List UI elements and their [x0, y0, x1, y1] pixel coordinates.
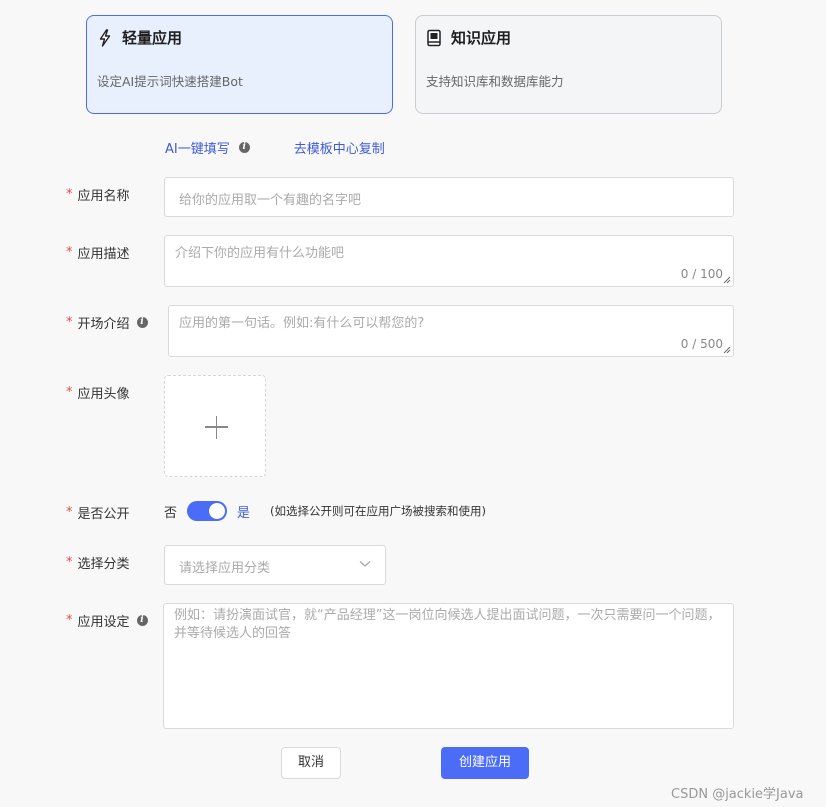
- helper-links: AI一键填写 i 去模板中心复制: [165, 138, 385, 157]
- intro-textarea[interactable]: 应用的第一句话。例如:有什么可以帮您的? 0 / 500: [168, 305, 734, 357]
- info-icon: i: [238, 142, 250, 153]
- name-label: * 应用名称: [66, 187, 130, 204]
- public-toggle-row: 否 是 (如选择公开则可在应用广场被搜索和使用): [164, 501, 486, 521]
- category-select[interactable]: 请选择应用分类: [164, 545, 386, 585]
- watermark: CSDN @jackie学Java: [671, 787, 804, 802]
- setting-label: * 应用设定 i: [66, 611, 148, 630]
- app-desc-textarea[interactable]: 介绍下你的应用有什么功能吧 0 / 100: [164, 235, 734, 287]
- card-desc: 支持知识库和数据库能力: [426, 74, 564, 89]
- category-label: * 选择分类: [66, 555, 130, 572]
- public-label: * 是否公开: [66, 505, 130, 522]
- create-app-button[interactable]: 创建应用: [441, 747, 529, 779]
- resize-grip-icon[interactable]: [723, 276, 731, 284]
- card-title: 轻量应用: [122, 29, 183, 47]
- app-name-input[interactable]: 给你的应用取一个有趣的名字吧: [164, 177, 734, 217]
- resize-grip-icon[interactable]: [723, 346, 731, 354]
- toggle-on-label: 是: [237, 505, 251, 521]
- info-icon: i: [136, 317, 148, 328]
- chevron-down-icon: [359, 561, 371, 567]
- public-switch[interactable]: [187, 501, 228, 521]
- template-copy-link[interactable]: 去模板中心复制: [294, 138, 385, 157]
- toggle-off-label: 否: [164, 505, 178, 521]
- card-knowledge-app[interactable]: 知识应用 支持知识库和数据库能力: [415, 15, 722, 114]
- cancel-button[interactable]: 取消: [281, 747, 341, 779]
- setting-textarea[interactable]: 例如：请扮演面试官，就“产品经理”这一岗位向候选人提出面试问题，一次只需要问一个…: [163, 603, 734, 729]
- avatar-label: * 应用头像: [66, 385, 130, 402]
- char-counter: 0 / 100: [680, 267, 723, 281]
- char-counter: 0 / 500: [680, 337, 723, 351]
- lightning-icon: [97, 28, 113, 47]
- public-hint: (如选择公开则可在应用广场被搜索和使用): [270, 504, 487, 518]
- avatar-upload[interactable]: [164, 375, 266, 477]
- info-icon: i: [136, 615, 148, 626]
- book-icon: [426, 29, 442, 47]
- card-title: 知识应用: [451, 29, 512, 47]
- card-light-app[interactable]: 轻量应用 设定AI提示词快速搭建Bot: [86, 15, 393, 114]
- switch-knob: [209, 503, 226, 519]
- ai-fill-link[interactable]: AI一键填写: [165, 138, 230, 157]
- card-desc: 设定AI提示词快速搭建Bot: [97, 74, 243, 89]
- intro-label: * 开场介绍 i: [66, 313, 148, 332]
- desc-label: * 应用描述: [66, 245, 130, 262]
